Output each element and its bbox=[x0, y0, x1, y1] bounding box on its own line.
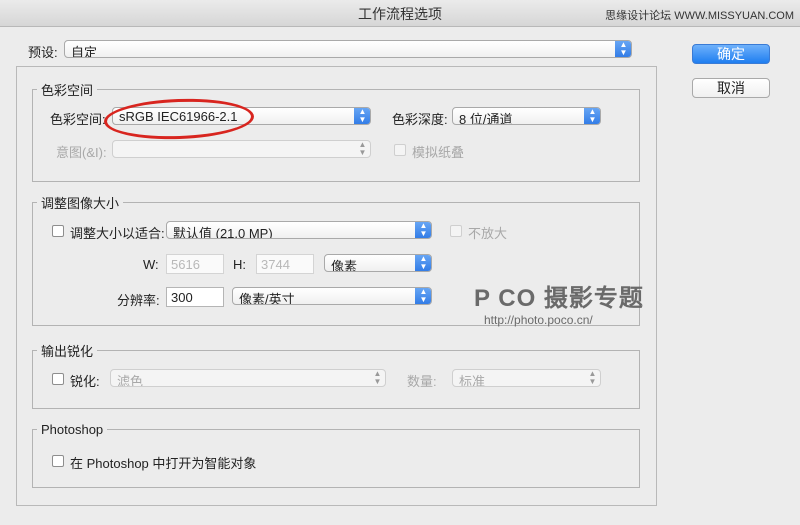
amount-label: 数量: bbox=[407, 374, 437, 389]
chevron-updown-icon: ▲ ▼ bbox=[415, 222, 431, 238]
fit-value: 默认值 (21.0 MP) bbox=[173, 226, 273, 239]
sharpen-checkbox[interactable] bbox=[52, 373, 64, 385]
sharpen-label: 锐化: bbox=[70, 374, 100, 389]
intent-label: 意图(&I): bbox=[56, 145, 107, 160]
photoshop-legend: Photoshop bbox=[41, 422, 104, 437]
dont-enlarge-label: 不放大 bbox=[468, 226, 508, 241]
poco-watermark: P CO 摄影专题 http://photo.poco.cn/ bbox=[474, 278, 644, 327]
fit-select[interactable]: 默认值 (21.0 MP) ▲ ▼ bbox=[166, 221, 432, 239]
preset-label: 预设: bbox=[28, 45, 58, 60]
chevron-updown-icon: ▲ ▼ bbox=[415, 255, 431, 271]
resolution-input[interactable]: 300 bbox=[166, 287, 224, 307]
color-depth-value: 8 位/通道 bbox=[459, 112, 513, 125]
color-space-legend: 色彩空间 bbox=[41, 83, 94, 98]
color-space-label: 色彩空间: bbox=[50, 112, 106, 127]
height-input[interactable]: 3744 bbox=[256, 254, 314, 274]
ok-button[interactable]: 确定 bbox=[692, 44, 770, 64]
site-watermark: 思缘设计论坛 WWW.MISSYUAN.COM bbox=[605, 10, 794, 22]
resolution-unit-value: 像素/英寸 bbox=[239, 292, 295, 305]
height-label: H: bbox=[233, 257, 246, 272]
color-depth-select[interactable]: 8 位/通道 ▲ ▼ bbox=[452, 107, 601, 125]
size-unit-select[interactable]: 像素 ▲ ▼ bbox=[324, 254, 432, 272]
sharpen-value: 滤色 bbox=[117, 374, 144, 387]
amount-value: 标准 bbox=[459, 374, 486, 387]
sharpen-legend: 输出锐化 bbox=[41, 344, 94, 359]
title-bar: 工作流程选项 思缘设计论坛 WWW.MISSYUAN.COM bbox=[0, 0, 800, 27]
color-depth-label: 色彩深度: bbox=[392, 112, 448, 127]
amount-select[interactable]: 标准 ▲ ▼ bbox=[452, 369, 601, 387]
chevron-updown-icon: ▲ ▼ bbox=[615, 41, 631, 57]
fit-checkbox[interactable] bbox=[52, 225, 64, 237]
chevron-updown-icon: ▲ ▼ bbox=[358, 140, 367, 157]
poco-url: http://photo.poco.cn/ bbox=[484, 313, 593, 327]
chevron-updown-icon: ▲ ▼ bbox=[588, 369, 597, 386]
preset-select[interactable]: 自定 ▲ ▼ bbox=[64, 40, 632, 58]
sharpen-select[interactable]: 滤色 ▲ ▼ bbox=[110, 369, 386, 387]
chevron-updown-icon: ▲ ▼ bbox=[354, 108, 370, 124]
resize-legend: 调整图像大小 bbox=[41, 196, 120, 211]
simulate-paper-label: 模拟纸叠 bbox=[412, 145, 465, 160]
chevron-updown-icon: ▲ ▼ bbox=[373, 369, 382, 386]
preset-select-value: 自定 bbox=[71, 45, 98, 58]
intent-select[interactable]: ▲ ▼ bbox=[112, 140, 371, 158]
chevron-updown-icon: ▲ ▼ bbox=[415, 288, 431, 304]
smart-object-checkbox[interactable] bbox=[52, 455, 64, 467]
fit-label: 调整大小以适合: bbox=[70, 226, 165, 241]
chevron-updown-icon: ▲ ▼ bbox=[584, 108, 600, 124]
poco-logo: P CO 摄影专题 bbox=[474, 285, 644, 312]
resolution-label: 分辨率: bbox=[117, 293, 160, 308]
cancel-button[interactable]: 取消 bbox=[692, 78, 770, 98]
dont-enlarge-checkbox[interactable] bbox=[450, 225, 462, 237]
width-input[interactable]: 5616 bbox=[166, 254, 224, 274]
width-label: W: bbox=[143, 257, 159, 272]
smart-object-label: 在 Photoshop 中打开为智能对象 bbox=[70, 456, 257, 471]
simulate-paper-checkbox[interactable] bbox=[394, 144, 406, 156]
resolution-unit-select[interactable]: 像素/英寸 ▲ ▼ bbox=[232, 287, 432, 305]
size-unit-value: 像素 bbox=[331, 259, 358, 272]
